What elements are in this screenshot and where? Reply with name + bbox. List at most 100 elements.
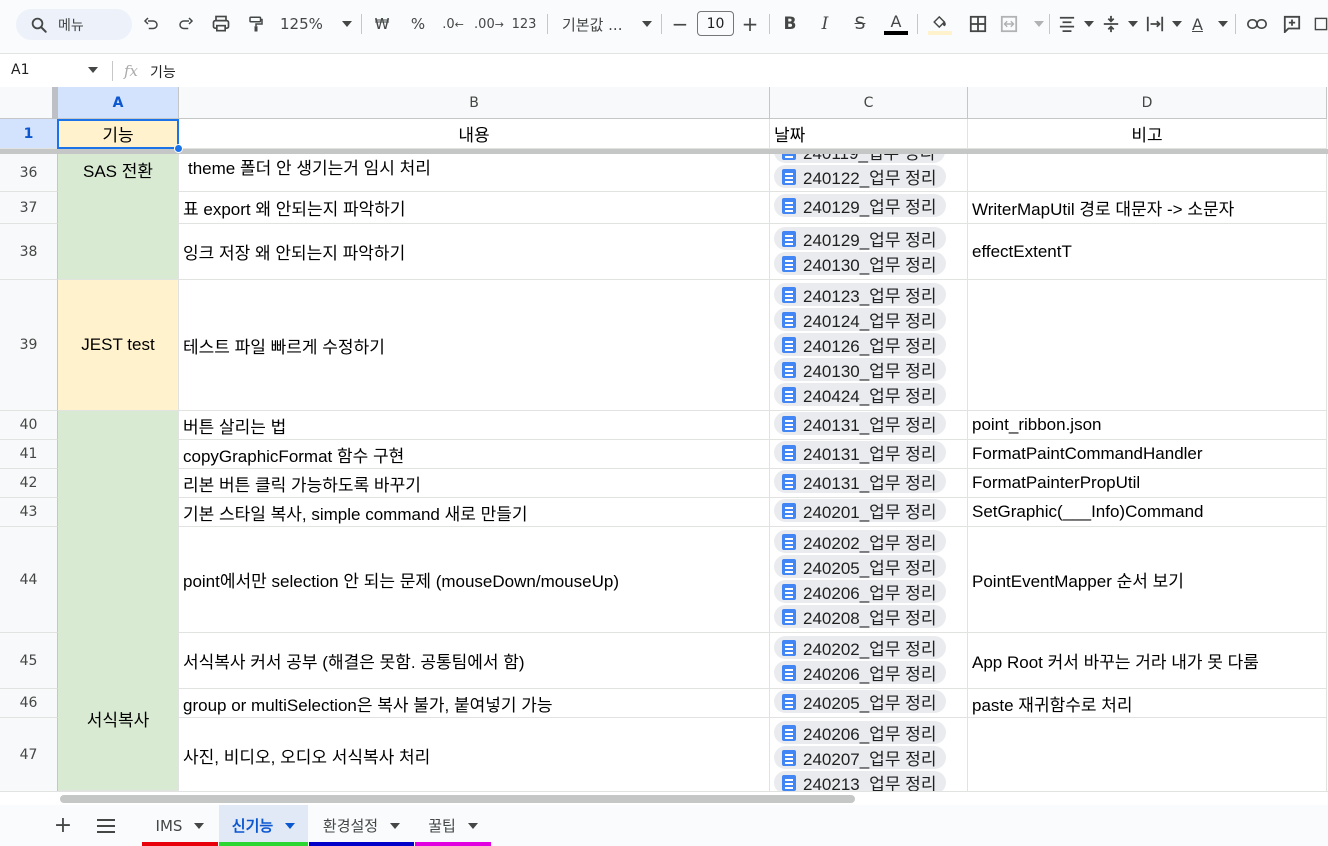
header-cell-feature[interactable]: 기능 bbox=[58, 119, 179, 149]
note-cell[interactable] bbox=[968, 280, 1327, 411]
row-header[interactable]: 41 bbox=[0, 440, 58, 469]
doc-link-chip[interactable]: 240213_업무 정리 bbox=[774, 771, 947, 791]
doc-link-chip[interactable]: 240131_업무 정리 bbox=[774, 441, 947, 464]
print-button[interactable] bbox=[208, 9, 234, 39]
feature-group-cell[interactable]: SAS 전환 bbox=[58, 149, 179, 280]
doc-link-chip[interactable]: 240119_업무 정리 bbox=[774, 154, 946, 163]
sheet-tab-tips[interactable]: 꿀팁 bbox=[415, 805, 491, 846]
sheet-tab-new-feature[interactable]: 신기능 bbox=[219, 805, 308, 846]
note-cell[interactable]: PointEventMapper 순서 보기 bbox=[968, 527, 1327, 633]
bold-button[interactable]: B bbox=[778, 9, 802, 39]
insert-link-button[interactable] bbox=[1244, 9, 1270, 39]
chevron-down-icon[interactable] bbox=[390, 822, 401, 829]
row-header[interactable]: 39 bbox=[0, 280, 58, 411]
doc-link-chip[interactable]: 240129_업무 정리 bbox=[774, 194, 947, 217]
note-cell[interactable]: SetGraphic(___Info)Command bbox=[968, 498, 1327, 527]
date-cell[interactable]: 240131_업무 정리 bbox=[770, 469, 968, 498]
feature-group-cell[interactable]: 서식복사 bbox=[58, 411, 179, 791]
date-cell[interactable]: 240202_업무 정리 240205_업무 정리 240206_업무 정리 2402… bbox=[770, 527, 968, 633]
doc-link-chip[interactable]: 240131_업무 정리 bbox=[774, 412, 947, 435]
date-cell[interactable]: 240201_업무 정리 bbox=[770, 498, 968, 527]
insert-chart-button[interactable] bbox=[1314, 9, 1328, 39]
row-header-1[interactable]: 1 bbox=[0, 119, 58, 149]
merge-cells-button[interactable] bbox=[1000, 9, 1044, 39]
date-cell[interactable]: 240206_업무 정리 240207_업무 정리 240213_업무 정리 bbox=[770, 718, 968, 791]
doc-link-chip[interactable]: 240206_업무 정리 bbox=[774, 721, 947, 744]
doc-link-chip[interactable]: 240122_업무 정리 bbox=[774, 165, 947, 188]
chevron-down-icon[interactable] bbox=[88, 67, 98, 73]
column-header-a[interactable]: A bbox=[58, 87, 179, 119]
font-size-increase-button[interactable]: + bbox=[739, 9, 761, 39]
menu-search-box[interactable]: 메뉴 bbox=[16, 9, 132, 40]
content-cell[interactable]: 잉크 저장 왜 안되는지 파악하기 bbox=[179, 224, 770, 280]
doc-link-chip[interactable]: 240208_업무 정리 bbox=[774, 605, 947, 628]
paint-format-button[interactable] bbox=[244, 9, 268, 39]
content-cell[interactable]: 기본 스타일 복사, simple command 새로 만들기 bbox=[179, 498, 770, 527]
date-cell[interactable]: 240129_업무 정리 bbox=[770, 192, 968, 224]
sheet-tab-ims[interactable]: IMS bbox=[142, 805, 218, 846]
text-color-button[interactable]: A bbox=[883, 9, 909, 39]
doc-link-chip[interactable]: 240123_업무 정리 bbox=[774, 283, 947, 306]
row-header[interactable]: 43 bbox=[0, 498, 58, 527]
all-sheets-button[interactable] bbox=[93, 805, 119, 846]
content-cell[interactable]: 테스트 파일 빠르게 수정하기 bbox=[179, 280, 770, 411]
header-cell-note[interactable]: 비고 bbox=[968, 119, 1327, 149]
text-wrapping-button[interactable] bbox=[1146, 9, 1182, 39]
doc-link-chip[interactable]: 240205_업무 정리 bbox=[774, 690, 947, 713]
scrollbar-thumb[interactable] bbox=[60, 795, 855, 803]
redo-button[interactable] bbox=[174, 9, 198, 39]
frozen-row-divider[interactable] bbox=[0, 149, 1328, 154]
select-all-corner[interactable] bbox=[0, 87, 58, 119]
doc-link-chip[interactable]: 240206_업무 정리 bbox=[774, 580, 947, 603]
date-cell[interactable]: 240123_업무 정리 240124_업무 정리 240126_업무 정리 2401… bbox=[770, 280, 968, 411]
row-header[interactable]: 46 bbox=[0, 689, 58, 718]
row-header[interactable]: 36 bbox=[0, 154, 58, 192]
note-cell[interactable]: WriterMapUtil 경로 대문자 -> 소문자 bbox=[968, 192, 1327, 224]
content-cell[interactable]: 사진, 비디오, 오디오 서식복사 처리 bbox=[179, 718, 770, 791]
column-header-d[interactable]: D bbox=[968, 87, 1327, 119]
formula-input[interactable]: 기능 bbox=[150, 62, 176, 82]
strikethrough-button[interactable]: S bbox=[848, 9, 872, 39]
date-cell[interactable]: 240131_업무 정리 bbox=[770, 440, 968, 469]
chevron-down-icon[interactable] bbox=[467, 822, 478, 829]
note-cell[interactable]: App Root 커서 바꾸는 거라 내가 못 다룸 bbox=[968, 633, 1327, 689]
borders-button[interactable] bbox=[966, 9, 990, 39]
doc-link-chip[interactable]: 240124_업무 정리 bbox=[774, 308, 947, 331]
note-cell[interactable] bbox=[968, 154, 1327, 192]
doc-link-chip[interactable]: 240205_업무 정리 bbox=[774, 555, 947, 578]
header-cell-content[interactable]: 내용 bbox=[179, 119, 770, 149]
content-cell[interactable]: 서식복사 커서 공부 (해결은 못함. 공통팀에서 함) bbox=[179, 633, 770, 689]
feature-group-cell[interactable]: JEST test bbox=[58, 280, 179, 411]
font-family-select[interactable]: 기본값 ... bbox=[556, 9, 652, 39]
font-size-decrease-button[interactable]: − bbox=[669, 9, 691, 39]
date-cell[interactable]: 240202_업무 정리 240206_업무 정리 bbox=[770, 633, 968, 689]
add-sheet-button[interactable]: + bbox=[50, 805, 76, 846]
doc-link-chip[interactable]: 240206_업무 정리 bbox=[774, 661, 947, 684]
content-cell[interactable]: point에서만 selection 안 되는 문제 (mouseDown/mo… bbox=[179, 527, 770, 633]
insert-comment-button[interactable] bbox=[1280, 9, 1304, 39]
note-cell[interactable] bbox=[968, 718, 1327, 791]
percent-format-button[interactable]: % bbox=[406, 9, 430, 39]
column-header-b[interactable]: B bbox=[179, 87, 770, 119]
sheet-tab-settings[interactable]: 환경설정 bbox=[309, 805, 414, 846]
chevron-down-icon[interactable] bbox=[194, 822, 205, 829]
date-cell[interactable]: 240131_업무 정리 bbox=[770, 411, 968, 440]
increase-decimal-button[interactable]: .00 → bbox=[474, 9, 504, 39]
decrease-decimal-button[interactable]: .0 ← bbox=[440, 9, 466, 39]
header-cell-date[interactable]: 날짜 bbox=[770, 119, 968, 149]
doc-link-chip[interactable]: 240201_업무 정리 bbox=[774, 499, 947, 522]
note-cell[interactable]: point_ribbon.json bbox=[968, 411, 1327, 440]
content-cell[interactable]: group or multiSelection은 복사 불가, 붙여넣기 가능 bbox=[179, 689, 770, 718]
row-header[interactable]: 40 bbox=[0, 411, 58, 440]
note-cell[interactable]: effectExtentT bbox=[968, 224, 1327, 280]
undo-button[interactable] bbox=[139, 9, 163, 39]
doc-link-chip[interactable]: 240129_업무 정리 bbox=[774, 227, 947, 250]
horizontal-scrollbar[interactable] bbox=[0, 791, 1328, 805]
row-header[interactable]: 38 bbox=[0, 224, 58, 280]
content-cell[interactable]: copyGraphicFormat 함수 구현 bbox=[179, 440, 770, 469]
italic-button[interactable]: I bbox=[813, 9, 837, 39]
currency-format-button[interactable]: ₩ bbox=[370, 9, 394, 39]
name-box[interactable]: A1 bbox=[11, 62, 29, 78]
content-cell[interactable]: 표 export 왜 안되는지 파악하기 bbox=[179, 192, 770, 224]
row-header[interactable]: 37 bbox=[0, 192, 58, 224]
